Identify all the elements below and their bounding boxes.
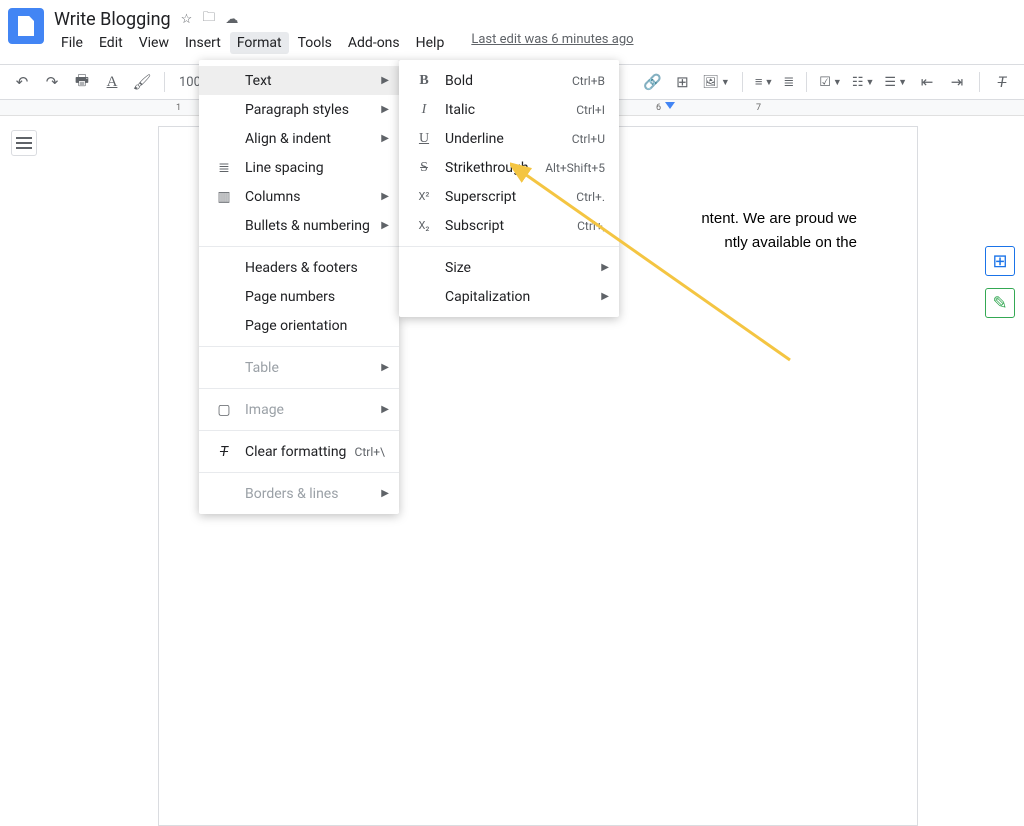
text-italic-item[interactable]: I Italic Ctrl+I [399, 95, 619, 124]
format-bullets-item[interactable]: Bullets & numbering ▶ [199, 211, 399, 240]
star-icon[interactable]: ☆ [181, 12, 193, 27]
text-submenu: B Bold Ctrl+B I Italic Ctrl+I U Underlin… [399, 60, 619, 317]
menu-separator [199, 430, 399, 431]
right-rail: ⊞ ✎ [976, 116, 1024, 530]
docs-logo[interactable] [8, 8, 44, 44]
text-superscript-item[interactable]: X² Superscript Ctrl+. [399, 182, 619, 211]
columns-icon: ▥ [213, 189, 235, 205]
chevron-right-icon: ▶ [601, 291, 609, 302]
italic-icon: I [413, 102, 435, 118]
underline-icon: U [413, 131, 435, 147]
paint-format-button[interactable]: 🖌 [130, 70, 154, 94]
text-size-item[interactable]: Size ▶ [399, 253, 619, 282]
chevron-right-icon: ▶ [601, 262, 609, 273]
move-icon[interactable]: 🗀 [202, 8, 215, 30]
line-spacing-icon: ≣ [213, 160, 235, 176]
chevron-right-icon: ▶ [381, 220, 389, 231]
format-text-item[interactable]: Text ▶ [199, 66, 399, 95]
menu-separator [199, 388, 399, 389]
toolbar-separator [806, 72, 807, 92]
document-outline-button[interactable] [11, 130, 37, 156]
toolbar-separator [164, 72, 165, 92]
add-comment-button[interactable]: ⊞ [985, 246, 1015, 276]
superscript-icon: X² [413, 190, 435, 203]
document-text-line: ntly available on the [724, 234, 857, 251]
chevron-right-icon: ▶ [381, 104, 389, 115]
clear-formatting-icon: T [213, 444, 235, 460]
chevron-right-icon: ▶ [381, 75, 389, 86]
cloud-status-icon[interactable]: ☁ [225, 12, 238, 27]
clear-formatting-button[interactable]: T [990, 70, 1014, 94]
menu-view[interactable]: View [132, 32, 176, 54]
checklist-button[interactable]: ☑▼ [817, 75, 844, 90]
insert-image-button[interactable]: 🖼▼ [700, 75, 731, 90]
text-underline-item[interactable]: U Underline Ctrl+U [399, 124, 619, 153]
format-paragraph-item[interactable]: Paragraph styles ▶ [199, 95, 399, 124]
ruler-tick: 6 [656, 103, 661, 113]
ruler-tick: 1 [176, 103, 181, 113]
format-clear-item[interactable]: T Clear formatting Ctrl+\ [199, 437, 399, 466]
image-icon: ▢ [213, 402, 235, 418]
indent-marker-icon[interactable] [665, 102, 675, 112]
format-linespacing-item[interactable]: ≣ Line spacing [199, 153, 399, 182]
chevron-right-icon: ▶ [381, 191, 389, 202]
undo-button[interactable]: ↶ [10, 70, 34, 94]
format-orientation-item[interactable]: Page orientation [199, 311, 399, 340]
spellcheck-button[interactable]: A [100, 70, 124, 94]
text-capitalization-item[interactable]: Capitalization ▶ [399, 282, 619, 311]
format-columns-item[interactable]: ▥ Columns ▶ [199, 182, 399, 211]
menu-separator [199, 472, 399, 473]
last-edit-link[interactable]: Last edit was 6 minutes ago [471, 32, 633, 54]
bold-icon: B [413, 73, 435, 89]
increase-indent-button[interactable]: ⇥ [945, 70, 969, 94]
menu-addons[interactable]: Add-ons [341, 32, 407, 54]
toolbar-separator [979, 72, 980, 92]
chevron-right-icon: ▶ [381, 133, 389, 144]
numbered-list-button[interactable]: ☰▼ [882, 75, 909, 90]
chevron-right-icon: ▶ [381, 488, 389, 499]
menu-format[interactable]: Format [230, 32, 289, 54]
format-borders-item: Borders & lines ▶ [199, 479, 399, 508]
align-button[interactable]: ≡▼ [753, 74, 776, 90]
format-table-item: Table ▶ [199, 353, 399, 382]
menu-separator [199, 346, 399, 347]
menu-bar: File Edit View Insert Format Tools Add-o… [54, 32, 1016, 54]
menu-insert[interactable]: Insert [178, 32, 228, 54]
menu-edit[interactable]: Edit [92, 32, 130, 54]
menu-separator [399, 246, 619, 247]
left-rail [0, 116, 48, 530]
doc-header: Write Blogging ☆ 🗀 ☁ File Edit View Inse… [0, 0, 1024, 64]
docs-logo-icon [18, 16, 34, 36]
print-button[interactable]: 🖶 [70, 70, 94, 94]
ruler-tick: 7 [756, 103, 761, 113]
toolbar-separator [742, 72, 743, 92]
format-dropdown: Text ▶ Paragraph styles ▶ Align & indent… [199, 60, 399, 514]
format-align-item[interactable]: Align & indent ▶ [199, 124, 399, 153]
chevron-right-icon: ▶ [381, 404, 389, 415]
strikethrough-icon: S [413, 160, 435, 176]
format-image-item: ▢ Image ▶ [199, 395, 399, 424]
menu-help[interactable]: Help [409, 32, 452, 54]
subscript-icon: X₂ [413, 219, 435, 232]
menu-file[interactable]: File [54, 32, 90, 54]
format-headers-item[interactable]: Headers & footers [199, 253, 399, 282]
suggesting-mode-button[interactable]: ✎ [985, 288, 1015, 318]
title-area: Write Blogging ☆ 🗀 ☁ File Edit View Inse… [54, 8, 1016, 54]
menu-separator [199, 246, 399, 247]
format-pagenumbers-item[interactable]: Page numbers [199, 282, 399, 311]
insert-link-button[interactable]: 🔗 [640, 70, 664, 94]
text-bold-item[interactable]: B Bold Ctrl+B [399, 66, 619, 95]
line-spacing-button[interactable]: ≣ [781, 75, 796, 90]
text-subscript-item[interactable]: X₂ Subscript Ctrl+, [399, 211, 619, 240]
text-strikethrough-item[interactable]: S Strikethrough Alt+Shift+5 [399, 153, 619, 182]
add-comment-button[interactable]: ⊞ [670, 70, 694, 94]
chevron-right-icon: ▶ [381, 362, 389, 373]
menu-tools[interactable]: Tools [291, 32, 339, 54]
decrease-indent-button[interactable]: ⇤ [915, 70, 939, 94]
document-text-line: ntent. We are proud we [701, 210, 857, 227]
bullet-list-button[interactable]: ☷▼ [850, 75, 877, 90]
redo-button[interactable]: ↷ [40, 70, 64, 94]
document-title[interactable]: Write Blogging [54, 9, 171, 30]
